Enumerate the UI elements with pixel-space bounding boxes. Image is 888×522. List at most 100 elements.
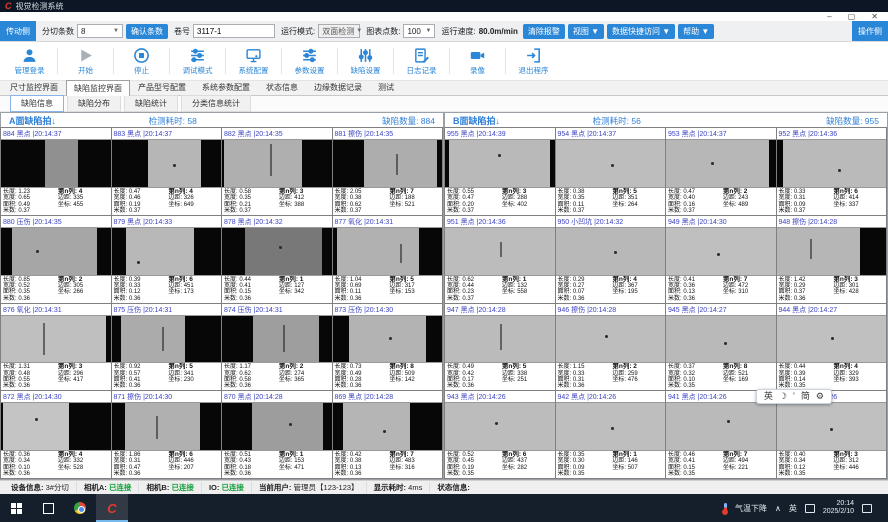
defect-cell[interactable]: 875 压伤 |20:14:31长度: 0.92宽度: 0.57面积: 0.41… bbox=[111, 303, 223, 392]
defect-cell[interactable]: 878 黑点 |20:14:32长度: 0.44宽度: 0.41面积: 0.15… bbox=[221, 215, 333, 304]
action-exit-button[interactable]: 退出程序 bbox=[506, 47, 561, 76]
action-tune-button[interactable]: 调试模式 bbox=[170, 47, 225, 76]
defect-cell[interactable]: 948 擦伤 |20:14:28长度: 1.42宽度: 0.29面积: 0.37… bbox=[776, 215, 888, 304]
action-defectset-button[interactable]: 缺陷设置 bbox=[338, 47, 393, 76]
defect-cell[interactable]: 946 擦伤 |20:14:28长度: 1.15宽度: 0.33面积: 0.31… bbox=[555, 303, 667, 392]
help-menu-button[interactable]: 帮助 ▼ bbox=[678, 24, 714, 39]
roll-number-input[interactable] bbox=[193, 24, 275, 38]
defect-image bbox=[445, 315, 555, 364]
defect-cell[interactable]: 953 黑点 |20:14:37长度: 0.47宽度: 0.40面积: 0.16… bbox=[665, 127, 777, 216]
defect-mark bbox=[389, 337, 392, 340]
defect-cell[interactable]: 871 擦伤 |20:14:30长度: 1.86宽度: 0.31面积: 0.47… bbox=[111, 390, 223, 479]
defect-cell[interactable]: 944 黑点 |20:14:27长度: 0.44宽度: 0.39面积: 0.14… bbox=[776, 303, 888, 392]
defect-position: 第n列: 7边距: 472坐标: 310 bbox=[723, 277, 774, 302]
data-quick-access-button[interactable]: 数据快捷访问 ▼ bbox=[607, 24, 675, 39]
subtab-defect-distribution[interactable]: 缺陷分布 bbox=[67, 95, 121, 112]
coord-line: 坐标: 455 bbox=[58, 202, 109, 208]
defect-cell[interactable]: 951 黑点 |20:14:36长度: 0.62宽度: 0.44面积: 0.23… bbox=[444, 215, 556, 304]
panel-title[interactable]: A面缺陷拍↓ bbox=[9, 114, 56, 127]
defect-cell[interactable]: 945 黑点 |20:14:27长度: 0.37宽度: 0.32面积: 0.10… bbox=[665, 303, 777, 392]
weather-text[interactable]: 气温下降 bbox=[735, 503, 767, 514]
defect-position: 第n列: 5边距: 351坐标: 264 bbox=[612, 189, 663, 214]
lang-en-icon[interactable]: 英 bbox=[764, 392, 773, 401]
task-view-button[interactable] bbox=[32, 494, 64, 522]
defect-cell[interactable]: 880 压伤 |20:14:35长度: 0.85宽度: 0.52面积: 0.35… bbox=[0, 215, 112, 304]
action-user-button[interactable]: 管理登录 bbox=[2, 47, 57, 76]
taskbar-clock[interactable]: 20:14 2025/2/10 bbox=[823, 500, 854, 517]
defect-cell-header: 872 黑点 |20:14:30 bbox=[1, 391, 111, 402]
defect-cell[interactable]: 947 黑点 |20:14:28长度: 0.49宽度: 0.42面积: 0.17… bbox=[444, 303, 556, 392]
status-label: IO: bbox=[209, 483, 222, 492]
tab-edge-data[interactable]: 边缘数据记录 bbox=[306, 79, 370, 95]
operator-side-button[interactable]: 操作侧 bbox=[852, 21, 888, 41]
defect-cell[interactable]: 949 黑点 |20:14:30长度: 0.41宽度: 0.36面积: 0.13… bbox=[665, 215, 777, 304]
defect-cell[interactable]: 950 小凹坑 |20:14:32长度: 0.29宽度: 0.27面积: 0.0… bbox=[555, 215, 667, 304]
minimize-button[interactable]: – bbox=[827, 12, 831, 21]
subtab-defect-stats[interactable]: 缺陷统计 bbox=[124, 95, 178, 112]
browser-taskbar-button[interactable] bbox=[64, 494, 96, 522]
tray-expand-icon[interactable]: ∧ bbox=[775, 504, 781, 513]
ime-language-indicator[interactable]: 英 bbox=[789, 503, 797, 514]
drive-side-button[interactable]: 传动侧 bbox=[0, 21, 36, 41]
keyboard-icon[interactable] bbox=[805, 504, 815, 513]
action-monitor-button[interactable]: 系统配置 bbox=[226, 47, 281, 76]
defect-position: 第n列: 4边距: 332坐标: 528 bbox=[58, 452, 109, 477]
defect-cell[interactable]: 883 黑点 |20:14:37长度: 0.47宽度: 0.46面积: 0.19… bbox=[111, 127, 223, 216]
panel-title[interactable]: B面缺陷拍↓ bbox=[453, 114, 500, 127]
subtab-defect-info[interactable]: 缺陷信息 bbox=[10, 95, 64, 112]
defect-cell[interactable]: 943 黑点 |20:14:26长度: 0.52宽度: 0.45面积: 0.19… bbox=[444, 390, 556, 479]
defect-cell[interactable]: 877 氧化 |20:14:31长度: 1.04宽度: 0.69面积: 0.11… bbox=[332, 215, 444, 304]
defect-cell[interactable]: 876 氧化 |20:14:31长度: 1.31宽度: 0.48面积: 0.55… bbox=[0, 303, 112, 392]
notification-center-icon[interactable] bbox=[862, 504, 872, 513]
tab-system-params[interactable]: 系统参数配置 bbox=[194, 79, 258, 95]
action-log-button[interactable]: 日志记录 bbox=[394, 47, 449, 76]
run-mode-select[interactable]: 双面检测▼ bbox=[318, 24, 360, 38]
defect-cell[interactable]: 870 黑点 |20:14:28长度: 0.51宽度: 0.43面积: 0.18… bbox=[221, 390, 333, 479]
lang-simplified-icon[interactable]: 简 bbox=[801, 392, 810, 401]
defect-cell[interactable]: 872 黑点 |20:14:30长度: 0.36宽度: 0.34面积: 0.10… bbox=[0, 390, 112, 479]
confirm-count-button[interactable]: 确认条数 bbox=[126, 24, 168, 39]
tab-test[interactable]: 测试 bbox=[370, 79, 402, 95]
subtab-class-info-stats[interactable]: 分类信息统计 bbox=[181, 95, 251, 112]
defect-count: 缺陷数量: 955 bbox=[826, 115, 879, 127]
defect-info: 长度: 0.38宽度: 0.35面积: 0.11米数: 0.37第n列: 5边距… bbox=[556, 188, 666, 215]
action-play-button[interactable]: 开始 bbox=[58, 47, 113, 76]
action-params-button[interactable]: 参数设置 bbox=[282, 47, 337, 76]
defect-cell[interactable]: 884 黑点 |20:14:37长度: 1.23宽度: 0.65面积: 0.49… bbox=[0, 127, 112, 216]
view-menu-button[interactable]: 视图 ▼ bbox=[568, 24, 604, 39]
defect-cell[interactable]: 873 压伤 |20:14:30长度: 0.73宽度: 0.49面积: 0.28… bbox=[332, 303, 444, 392]
maximize-button[interactable]: ▢ bbox=[848, 12, 856, 21]
tab-status-info[interactable]: 状态信息 bbox=[258, 79, 306, 95]
tab-size-monitor[interactable]: 尺寸监控界面 bbox=[2, 79, 66, 95]
defect-cell[interactable]: 955 黑点 |20:14:39长度: 0.55宽度: 0.47面积: 0.20… bbox=[444, 127, 556, 216]
defect-cell[interactable]: 942 黑点 |20:14:26长度: 0.35宽度: 0.30面积: 0.09… bbox=[555, 390, 667, 479]
defect-image bbox=[777, 139, 887, 188]
chart-points-select[interactable]: 100▼ bbox=[403, 24, 435, 38]
defect-cell[interactable]: 879 黑点 |20:14:33长度: 0.39宽度: 0.33面积: 0.12… bbox=[111, 215, 223, 304]
defect-cell[interactable]: 954 黑点 |20:14:37长度: 0.38宽度: 0.35面积: 0.11… bbox=[555, 127, 667, 216]
action-label: 录像 bbox=[470, 65, 485, 76]
action-camera-button[interactable]: 录像 bbox=[450, 47, 505, 76]
ime-moon-icon[interactable]: ☽ bbox=[779, 392, 787, 401]
close-button[interactable]: ✕ bbox=[871, 12, 878, 21]
ime-settings-icon[interactable]: ⚙ bbox=[816, 392, 824, 401]
film-edge-left bbox=[333, 403, 344, 450]
tab-defect-monitor[interactable]: 缺陷监控界面 bbox=[66, 80, 130, 96]
coord-line: 坐标: 342 bbox=[279, 289, 330, 295]
defect-cell[interactable]: 874 压伤 |20:14:31长度: 1.17宽度: 0.62面积: 0.58… bbox=[221, 303, 333, 392]
windows-start-button[interactable] bbox=[0, 494, 32, 522]
clear-alarm-button[interactable]: 清除报警 bbox=[523, 24, 565, 39]
defect-cell[interactable]: 881 擦伤 |20:14:35长度: 2.05宽度: 0.38面积: 0.62… bbox=[332, 127, 444, 216]
tab-product-config[interactable]: 产品型号配置 bbox=[130, 79, 194, 95]
defect-metrics: 长度: 0.33宽度: 0.31面积: 0.09米数: 0.37 bbox=[779, 189, 834, 214]
metric-line: 米数: 0.36 bbox=[114, 471, 169, 477]
ime-mark-icon[interactable]: ’ bbox=[793, 392, 795, 401]
defect-panel-a: A面缺陷拍↓检测耗时: 58缺陷数量: 884884 黑点 |20:14:37长… bbox=[0, 112, 444, 480]
slit-count-select[interactable]: 8▼ bbox=[77, 24, 123, 38]
defect-cell[interactable]: 952 黑点 |20:14:36长度: 0.33宽度: 0.31面积: 0.09… bbox=[776, 127, 888, 216]
defect-cell[interactable]: 869 黑点 |20:14:28长度: 0.42宽度: 0.38面积: 0.13… bbox=[332, 390, 444, 479]
metric-line: 米数: 0.35 bbox=[668, 471, 723, 477]
action-stop-button[interactable]: 停止 bbox=[114, 47, 169, 76]
defect-cell[interactable]: 882 黑点 |20:14:35长度: 0.58宽度: 0.35面积: 0.21… bbox=[221, 127, 333, 216]
inspection-app-taskbar-button[interactable]: C bbox=[96, 494, 128, 522]
